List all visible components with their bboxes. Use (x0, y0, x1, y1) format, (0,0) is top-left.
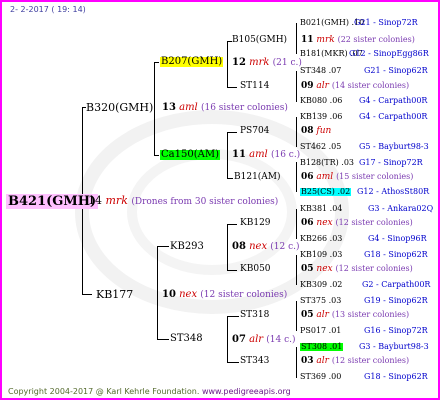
gen4-name[interactable]: KB266 .03 (300, 235, 342, 243)
gen3-name[interactable]: ST343 (240, 357, 269, 366)
gen3-name[interactable]: KB050 (240, 265, 271, 274)
gen2-name[interactable]: KB293 (170, 242, 204, 252)
gen4-name[interactable]: ST462 .05 (300, 143, 341, 151)
gen4-name[interactable]: B25(CS) .02 (300, 188, 352, 196)
gen1-name[interactable]: B320(GMH) (86, 102, 153, 113)
gen4-name[interactable]: ST348 .07 (300, 67, 341, 75)
footer: Copyright 2004-2017 @ Karl Kehrle Founda… (8, 388, 291, 396)
gen3-mating: 05 alr (13 sister colonies) (301, 310, 410, 320)
connector (296, 23, 297, 54)
gen3-name[interactable]: KB129 (240, 219, 271, 228)
gen2-name[interactable]: Ca150(AM) (160, 150, 220, 160)
gen4-name[interactable]: B128(TR) .03 (300, 159, 354, 167)
gen4-name[interactable]: ST308 .01 (300, 343, 344, 351)
gen1-mating: 13 aml (16 sister colonies) (162, 102, 288, 113)
gen3-name[interactable]: B121(AM) (234, 173, 281, 182)
queen-drone-note: (Drones from 30 sister colonies) (131, 197, 279, 207)
connector (296, 162, 297, 192)
gen4-location: G4 - Sinop96R (368, 234, 427, 243)
gen4-location: G19 - Sinop62R (364, 296, 428, 305)
gen3-name[interactable]: ST114 (240, 82, 269, 91)
gen4-location: G12 - AthosSt80R (357, 187, 430, 196)
connector (154, 62, 155, 155)
report-date: 2- 2-2017 ( 19: 14) (10, 5, 86, 14)
gen2-mating: 12 mrk (21 c.) (232, 57, 302, 68)
gen4-name[interactable]: KB381 .04 (300, 205, 342, 213)
gen4-location: G21 - Sinop72R (354, 18, 418, 27)
connector (296, 209, 297, 239)
connector (82, 294, 92, 295)
connector (227, 362, 239, 363)
gen3-mating: 05 nex (12 sister colonies) (301, 264, 413, 274)
queen-mating-num: 14 (88, 194, 102, 207)
gen4-name[interactable]: KB080 .06 (300, 97, 342, 105)
connector (227, 224, 228, 270)
gen4-name[interactable]: KB309 .02 (300, 281, 342, 289)
connector (157, 339, 169, 340)
gen1-mating: 10 nex (12 sister colonies) (162, 289, 288, 300)
gen4-name[interactable]: KB139 .06 (300, 113, 342, 121)
gen3-name[interactable]: B105(GMH) (232, 36, 287, 45)
connector (296, 117, 297, 147)
gen4-location: G5 - Bayburt98-3 (359, 142, 429, 151)
connector (157, 246, 169, 247)
connector (227, 41, 228, 87)
pedigree-frame: 2- 2-2017 ( 19: 14) B421(GMH) 14 mrk (Dr… (0, 0, 440, 400)
gen2-mating: 08 nex (12 c.) (232, 241, 300, 252)
gen4-location: G12 - SinopEgg86R (349, 49, 429, 58)
connector (227, 178, 233, 179)
copyright-text: Copyright 2004-2017 @ Karl Kehrle Founda… (8, 387, 200, 396)
gen3-mating: 03 alr (12 sister colonies) (301, 356, 410, 366)
gen4-location: G17 - Sinop72R (359, 158, 423, 167)
connector (154, 62, 159, 63)
connector (154, 155, 159, 156)
gen2-mating: 07 alr (14 c.) (232, 334, 296, 345)
gen2-name[interactable]: ST348 (170, 334, 203, 344)
connector (157, 246, 158, 339)
gen4-location: G18 - Sinop62R (364, 372, 428, 381)
gen3-mating: 08 fun (301, 126, 332, 136)
connector (227, 132, 228, 178)
gen3-mating: 06 aml (15 sister colonies) (301, 172, 414, 182)
gen4-location: G4 - Carpath00R (359, 96, 428, 105)
gen3-name[interactable]: ST318 (240, 311, 269, 320)
gen4-location: G4 - Carpath00R (359, 112, 428, 121)
connector (296, 71, 297, 102)
queen-name[interactable]: B421(GMH) (6, 194, 99, 209)
connector (296, 301, 297, 331)
gen4-location: G3 - Bayburt98-3 (359, 342, 429, 351)
gen4-location: G18 - Sinop62R (364, 250, 428, 259)
gen4-location: G3 - Ankara02Q (368, 204, 434, 213)
connector (296, 255, 297, 285)
gen1-name[interactable]: KB177 (96, 289, 133, 300)
connector (227, 270, 237, 271)
gen2-name[interactable]: B207(GMH) (160, 57, 224, 67)
gen3-mating: 11 mrk (22 sister colonies) (301, 35, 415, 45)
connector (227, 87, 237, 88)
gen3-name[interactable]: PS704 (240, 127, 269, 136)
connector (227, 224, 237, 225)
gen4-location: G16 - Sinop72R (364, 326, 428, 335)
gen4-location: G2 - Carpath00R (362, 280, 431, 289)
connector (227, 132, 237, 133)
gen4-name[interactable]: ST375 .03 (300, 297, 341, 305)
connector (296, 347, 297, 378)
queen-mating: 14 mrk (Drones from 30 sister colonies) (88, 195, 278, 207)
gen4-name[interactable]: PS017 .01 (300, 327, 341, 335)
gen4-location: G21 - Sinop62R (364, 66, 428, 75)
website-link[interactable]: www.pedigreeapis.org (202, 387, 291, 396)
gen4-name[interactable]: KB109 .03 (300, 251, 342, 259)
queen-mating-abbr: mrk (105, 194, 128, 207)
gen4-name[interactable]: ST369 .00 (300, 373, 341, 381)
connector (227, 316, 228, 362)
gen2-mating: 11 aml (16 c.) (232, 149, 301, 160)
gen3-mating: 06 nex (12 sister colonies) (301, 218, 413, 228)
gen3-mating: 09 alr (14 sister colonies) (301, 81, 410, 91)
connector (227, 316, 239, 317)
